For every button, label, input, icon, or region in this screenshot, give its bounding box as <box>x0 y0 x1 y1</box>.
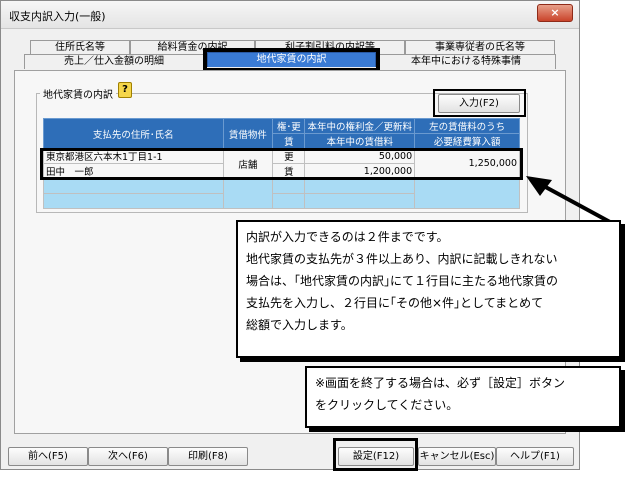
next-button[interactable]: 次へ(F6) <box>88 447 168 466</box>
callout-line: 場合は、｢地代家賃の内訳｣にて１行目に主たる地代家賃の <box>246 274 559 288</box>
prev-button[interactable]: 前へ(F5) <box>8 447 88 466</box>
callout-line: 地代家賃の支払先が３件以上あり、内訳に記載しきれない <box>246 252 558 266</box>
help-button[interactable]: ヘルプ(F1) <box>496 447 574 466</box>
note-line: をクリックしてください。 <box>315 398 459 412</box>
callout-line: 内訳が入力できるのは２件までです。 <box>246 230 449 244</box>
cancel-button[interactable]: キャンセル(Esc) <box>418 447 496 466</box>
note-line: ※画面を終了する場合は、必ず［設定］ボタン <box>315 376 566 390</box>
callout-line: 総額で入力します。 <box>246 318 353 332</box>
callout-main: 内訳が入力できるのは２件までです。 地代家賃の支払先が３件以上あり、内訳に記載し… <box>236 220 621 358</box>
print-button[interactable]: 印刷(F8) <box>168 447 248 466</box>
callout-line: 支払先を入力し、２行目に｢その他×件｣としてまとめて <box>246 296 544 310</box>
callout-note: ※画面を終了する場合は、必ず［設定］ボタン をクリックしてください。 <box>305 366 621 428</box>
settings-button[interactable]: 設定(F12) <box>338 447 414 466</box>
